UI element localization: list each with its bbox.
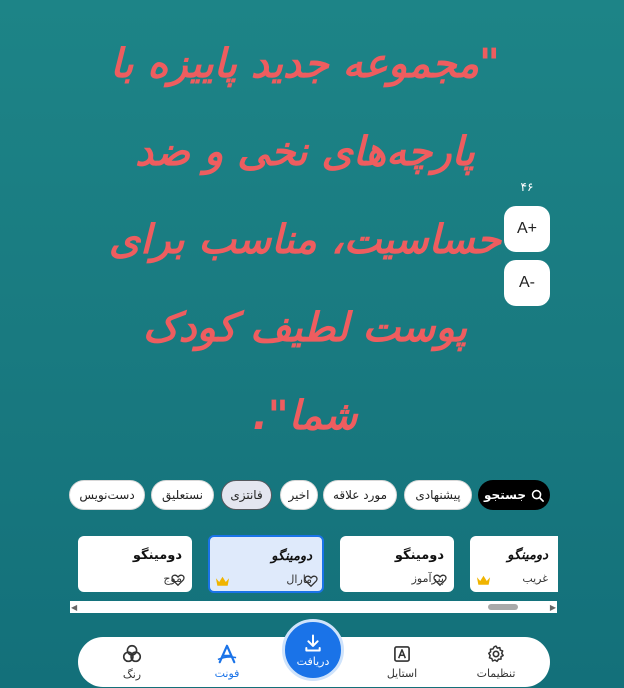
font-card-maral[interactable]: دومینگو مارال [208, 535, 324, 593]
font-card-mowj[interactable]: دومینگو موج [78, 536, 192, 592]
nav-label: فونت [214, 667, 240, 680]
heart-icon[interactable] [171, 573, 185, 587]
nav-label: رنگ [122, 668, 142, 681]
nav-label: تنظیمات [476, 667, 516, 680]
download-icon [305, 634, 321, 651]
font-size-value: ۴۶ [520, 180, 534, 194]
chip-favorites[interactable]: مورد علاقه [323, 480, 397, 510]
font-card-name: دومینگو [394, 548, 444, 563]
font-card-name: دومینگو [271, 549, 312, 564]
font-card-name: دومینگو [507, 548, 548, 563]
search-chip[interactable]: جستجو [478, 480, 550, 510]
download-button[interactable]: دریافت [282, 619, 344, 681]
decrease-font-size-button[interactable]: A- [504, 260, 550, 306]
nav-color[interactable]: رنگ [92, 637, 172, 687]
font-card-name: دومینگو [132, 548, 182, 563]
nav-style[interactable]: استایل [362, 637, 442, 687]
scroll-left-arrow[interactable]: ◀ [71, 603, 77, 612]
chip-handwritten[interactable]: دست‌نویس [69, 480, 145, 510]
font-card-piramooz[interactable]: دومینگو پیرآموز [340, 536, 454, 592]
chip-label: جستجو [484, 488, 526, 502]
font-list-scrollbar[interactable]: ◀ ▶ [70, 601, 557, 613]
nav-settings[interactable]: تنظیمات [456, 637, 536, 687]
chip-fantasy[interactable]: فانتزی [221, 480, 272, 510]
heart-icon[interactable] [304, 574, 318, 588]
preview-text: "مجموعه جدید پاییزه با پارچه‌های نخی و ض… [108, 41, 502, 439]
font-card-subtitle: غریب [522, 572, 548, 585]
chip-nastaliq[interactable]: نستعلیق [151, 480, 214, 510]
gear-icon [488, 645, 504, 663]
crown-icon [476, 575, 491, 585]
increase-font-size-button[interactable]: A+ [504, 206, 550, 252]
palette-icon [122, 644, 142, 663]
crown-icon [215, 576, 230, 586]
scroll-right-arrow[interactable]: ▶ [550, 603, 556, 612]
chip-suggested[interactable]: پیشنهادی [404, 480, 472, 510]
font-icon [217, 644, 237, 664]
style-icon [394, 646, 410, 662]
chip-recent[interactable]: اخیر [280, 480, 318, 510]
download-label: دریافت [296, 654, 330, 668]
font-card-gharib[interactable]: دومینگو غریب [470, 536, 558, 592]
scrollbar-thumb[interactable] [488, 604, 518, 610]
nav-font[interactable]: فونت [187, 637, 267, 687]
search-icon [531, 489, 544, 502]
heart-icon[interactable] [433, 573, 447, 587]
nav-label: استایل [386, 667, 418, 680]
